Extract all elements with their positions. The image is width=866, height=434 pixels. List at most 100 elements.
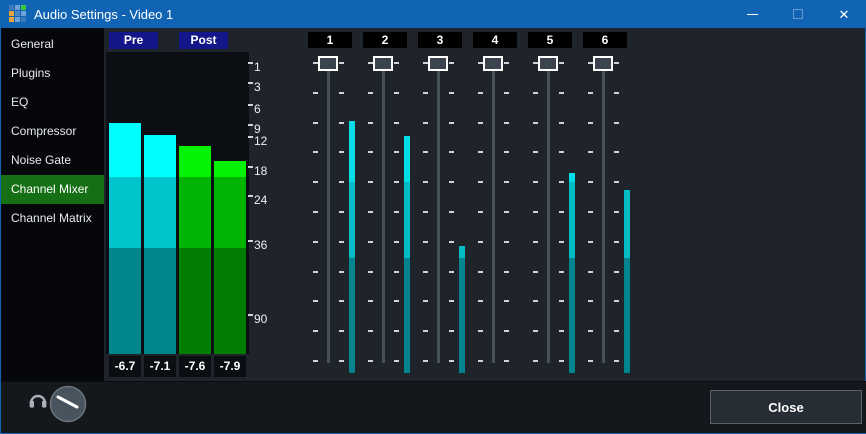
- volume-slider-handle[interactable]: [428, 56, 448, 71]
- volume-slider-handle[interactable]: [538, 56, 558, 71]
- slider-tick: [504, 241, 509, 243]
- slider-tick: [423, 300, 428, 302]
- slider-tick: [588, 122, 593, 124]
- slider-tick: [559, 211, 564, 213]
- slider-tick: [394, 300, 399, 302]
- slider-tick: [449, 122, 454, 124]
- scale-label-text: 12: [254, 134, 267, 148]
- slider-tick: [559, 271, 564, 273]
- slider-tick: [614, 181, 619, 183]
- slider-tick: [504, 92, 509, 94]
- slider-tick: [588, 181, 593, 183]
- slider-tick: [423, 360, 428, 362]
- channel-meter-unfilled: [459, 62, 465, 246]
- sidebar-item-eq[interactable]: EQ: [1, 88, 104, 117]
- slider-tick: [449, 330, 454, 332]
- slider-tick: [339, 360, 344, 362]
- meter-bar-post-1: [179, 52, 211, 354]
- slider-tick: [449, 62, 454, 64]
- scale-tick: [248, 82, 253, 84]
- volume-slider-track[interactable]: [602, 62, 605, 363]
- slider-tick: [614, 211, 619, 213]
- title-bar: Audio Settings - Video 1 ✕: [1, 0, 866, 28]
- channel-strip-5: 5: [523, 32, 577, 377]
- volume-slider-handle[interactable]: [483, 56, 503, 71]
- slider-tick: [478, 122, 483, 124]
- sidebar-item-channel-matrix[interactable]: Channel Matrix: [1, 204, 104, 233]
- sidebar-item-plugins[interactable]: Plugins: [1, 59, 104, 88]
- slider-tick: [533, 181, 538, 183]
- slider-tick: [533, 360, 538, 362]
- slider-tick: [559, 62, 564, 64]
- slider-tick: [394, 92, 399, 94]
- meter-bar-unfilled: [179, 52, 211, 146]
- slider-tick: [588, 300, 593, 302]
- close-button[interactable]: Close: [710, 390, 862, 424]
- volume-slider-track[interactable]: [382, 62, 385, 363]
- slider-tick: [478, 300, 483, 302]
- pre-label: Pre: [109, 32, 158, 49]
- slider-tick: [478, 181, 483, 183]
- minimize-button[interactable]: [729, 0, 775, 28]
- slider-tick: [533, 92, 538, 94]
- slider-tick: [478, 360, 483, 362]
- channel-strip-3: 3: [413, 32, 467, 377]
- scale-label-text: 24: [254, 193, 267, 207]
- meter-value-post-2: -7.9: [214, 356, 246, 377]
- footer-bar: Close: [1, 381, 866, 433]
- slider-tick: [449, 151, 454, 153]
- slider-tick: [368, 360, 373, 362]
- slider-tick: [423, 181, 428, 183]
- sidebar-item-channel-mixer[interactable]: Channel Mixer: [1, 175, 104, 204]
- slider-tick: [614, 241, 619, 243]
- slider-tick: [559, 360, 564, 362]
- slider-tick: [394, 211, 399, 213]
- slider-tick: [614, 122, 619, 124]
- channel-number-label: 5: [528, 32, 572, 48]
- volume-slider-handle[interactable]: [318, 56, 338, 71]
- channel-level-meter: [624, 62, 630, 373]
- volume-slider-track[interactable]: [327, 62, 330, 363]
- meter-bar-unfilled: [109, 52, 141, 123]
- audio-settings-window: Audio Settings - Video 1 ✕ GeneralPlugin…: [0, 0, 866, 434]
- close-window-button[interactable]: ✕: [821, 0, 866, 28]
- minimize-icon: [747, 14, 758, 15]
- slider-tick: [368, 92, 373, 94]
- slider-tick: [559, 122, 564, 124]
- slider-tick: [394, 151, 399, 153]
- volume-slider-track[interactable]: [492, 62, 495, 363]
- slider-tick: [614, 92, 619, 94]
- volume-slider-track[interactable]: [547, 62, 550, 363]
- sidebar-item-noise-gate[interactable]: Noise Gate: [1, 146, 104, 175]
- monitor-volume-knob[interactable]: [48, 384, 88, 424]
- slider-tick: [504, 181, 509, 183]
- scale-label-1: 1: [248, 60, 261, 74]
- scale-label-6: 6: [248, 102, 261, 116]
- channel-number-label: 4: [473, 32, 517, 48]
- volume-slider-handle[interactable]: [373, 56, 393, 71]
- slider-tick: [313, 300, 318, 302]
- volume-slider-track[interactable]: [437, 62, 440, 363]
- slider-tick: [423, 151, 428, 153]
- slider-tick: [533, 122, 538, 124]
- slider-tick: [533, 330, 538, 332]
- slider-tick: [449, 92, 454, 94]
- slider-tick: [614, 151, 619, 153]
- sidebar-item-compressor[interactable]: Compressor: [1, 117, 104, 146]
- sidebar-item-general[interactable]: General: [1, 30, 104, 59]
- slider-tick: [449, 211, 454, 213]
- channel-meter-unfilled: [624, 62, 630, 190]
- meter-bar-pre-2: [144, 52, 176, 354]
- slider-tick: [368, 122, 373, 124]
- channel-number-label: 2: [363, 32, 407, 48]
- channel-strip-4: 4: [468, 32, 522, 377]
- volume-slider-handle[interactable]: [593, 56, 613, 71]
- slider-tick: [339, 330, 344, 332]
- slider-tick: [504, 211, 509, 213]
- slider-tick: [313, 151, 318, 153]
- headphones-icon[interactable]: [28, 390, 48, 410]
- slider-tick: [339, 62, 344, 64]
- slider-tick: [423, 241, 428, 243]
- meter-bars: [106, 52, 249, 354]
- sidebar-items: GeneralPluginsEQCompressorNoise GateChan…: [1, 28, 104, 381]
